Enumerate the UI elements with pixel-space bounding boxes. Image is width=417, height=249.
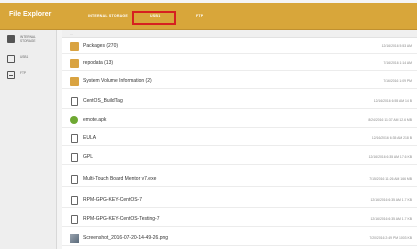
list-item[interactable]: RPM-GPG-KEY-CentOS-7 12/16/2016 6:35 AM … <box>62 193 417 208</box>
file-name: GPL <box>83 154 94 160</box>
sidebar-item-internal-storage[interactable]: INTERNAL STORAGE <box>0 33 56 47</box>
file-meta: 7/16/2016 1:09 PM <box>383 79 412 83</box>
file-name: emote.apk <box>83 117 107 123</box>
sidebar-item-ftp[interactable]: FTP <box>0 69 56 83</box>
usb-drive-icon <box>7 55 15 63</box>
list-header: ... <box>62 30 417 38</box>
file-list: ... Packages (270) 12/16/2016 5:53 AM re… <box>62 30 417 249</box>
file-meta: 8/24/2016 11:37 AM 12.6 MB <box>368 118 412 122</box>
file-meta: 12/16/2016 6:55 AM 14 B <box>373 99 412 103</box>
file-name: Multi-Touch Board Mentor v7.exe <box>83 176 157 182</box>
list-item[interactable]: System Volume Information (2) 7/16/2016 … <box>62 74 417 89</box>
list-item[interactable]: Screenshot_2016-07-20-14-49-26.png 7/20/… <box>62 231 417 246</box>
file-name: Screenshot_2016-07-20-14-49-26.png <box>83 235 169 241</box>
file-meta: 12/16/2016 6:35 AM 1.7 KB <box>370 198 412 202</box>
folder-icon <box>70 77 79 86</box>
sidebar-item-usb1[interactable]: USB1 <box>0 53 56 67</box>
file-icon <box>71 175 78 184</box>
file-meta: 7/16/2016 1:14 AM <box>383 61 412 65</box>
file-meta: 7/15/2016 11:26 AM 166 MB <box>369 177 412 181</box>
folder-icon <box>70 59 79 68</box>
phone-icon <box>7 35 15 43</box>
file-meta: 12/16/2016 6:35 AM 17.6 KB <box>368 155 412 159</box>
file-name: CentOS_BuildTag <box>83 98 123 104</box>
file-explorer-window: File Explorer INTERNAL STORAGE USB1 FTP … <box>0 0 417 249</box>
sidebar: INTERNAL STORAGE USB1 FTP <box>0 30 57 249</box>
sidebar-item-label: INTERNAL STORAGE <box>20 35 36 43</box>
list-item[interactable]: repodata (13) 7/16/2016 1:14 AM <box>62 56 417 71</box>
list-item[interactable]: CentOS_BuildTag 12/16/2016 6:55 AM 14 B <box>62 94 417 109</box>
list-item[interactable]: GPL 12/16/2016 6:35 AM 17.6 KB <box>62 150 417 165</box>
file-name: RPM-GPG-KEY-CentOS-7 <box>83 197 142 203</box>
file-icon <box>71 215 78 224</box>
file-icon <box>71 153 78 162</box>
file-icon <box>71 196 78 205</box>
tab-internal-storage[interactable]: INTERNAL STORAGE <box>88 14 128 18</box>
file-meta: 12/16/2016 6:35 AM 218 B <box>371 136 412 140</box>
file-name: repodata (13) <box>83 60 114 66</box>
list-item[interactable]: EULA 12/16/2016 6:35 AM 218 B <box>62 131 417 146</box>
list-item[interactable]: RPM-GPG-KEY-CentOS-Testing-7 12/16/2016 … <box>62 212 417 227</box>
folder-icon <box>70 42 79 51</box>
file-name: Packages (270) <box>83 43 119 49</box>
top-app-bar: File Explorer INTERNAL STORAGE USB1 FTP <box>0 3 417 30</box>
file-name: System Volume Information (2) <box>83 78 152 84</box>
file-icon <box>71 134 78 143</box>
file-meta: 12/16/2016 5:53 AM <box>381 44 412 48</box>
app-title: File Explorer <box>9 11 52 18</box>
selected-tab-highlight <box>132 11 176 25</box>
file-name: RPM-GPG-KEY-CentOS-Testing-7 <box>83 216 160 222</box>
file-meta: 12/16/2016 6:35 AM 1.7 KB <box>370 217 412 221</box>
android-app-icon <box>70 116 78 124</box>
tab-ftp[interactable]: FTP <box>196 14 203 18</box>
list-item[interactable]: Multi-Touch Board Mentor v7.exe 7/15/201… <box>62 172 417 187</box>
file-icon <box>71 97 78 106</box>
ftp-icon <box>7 71 15 79</box>
list-item[interactable]: Packages (270) 12/16/2016 5:53 AM <box>62 39 417 54</box>
sidebar-item-label: FTP <box>20 71 27 75</box>
sidebar-item-label: USB1 <box>20 55 29 59</box>
file-name: EULA <box>83 135 97 141</box>
list-item[interactable]: emote.apk 8/24/2016 11:37 AM 12.6 MB <box>62 113 417 128</box>
file-meta: 7/20/2016 2:49 PM 1003 KB <box>369 236 412 240</box>
image-thumbnail-icon <box>70 234 79 243</box>
list-header-text: ... <box>70 31 74 36</box>
